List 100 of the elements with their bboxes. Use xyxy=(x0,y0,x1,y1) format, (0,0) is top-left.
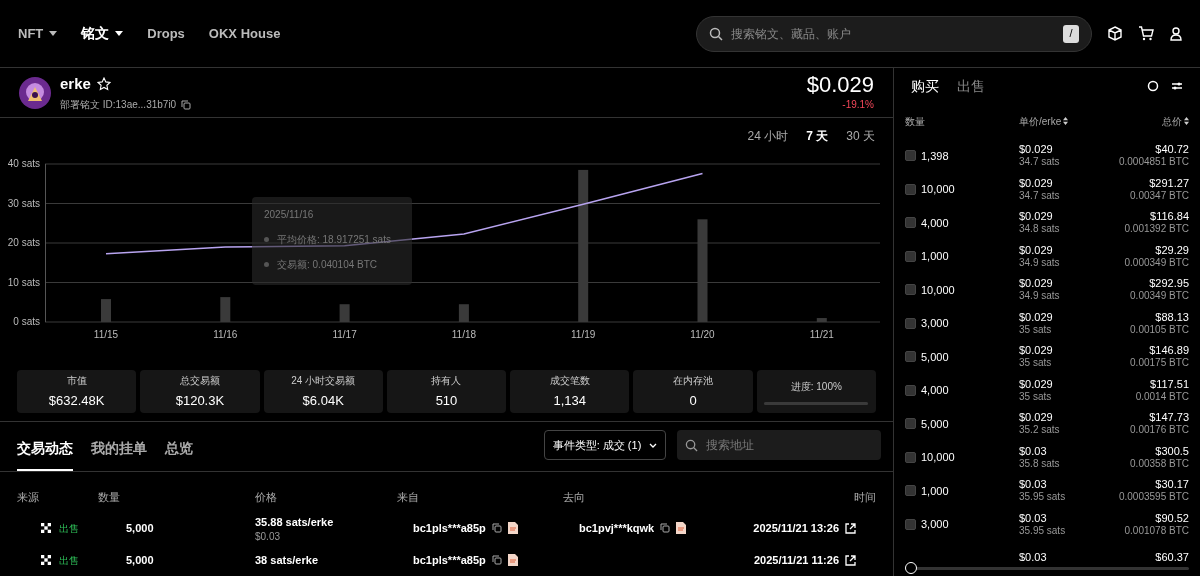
address-link[interactable]: bc1pvj***kqwk xyxy=(579,519,655,537)
checkbox[interactable] xyxy=(905,518,916,530)
sort-header[interactable]: 总价 xyxy=(1162,113,1189,129)
checkbox[interactable] xyxy=(905,217,916,229)
table-cell-text: 10,000 xyxy=(921,182,955,197)
copy-icon[interactable] xyxy=(491,523,502,533)
activity-tab[interactable]: 总览 xyxy=(165,438,193,471)
token-price: $0.029 xyxy=(806,73,874,97)
stat-label: 市值 xyxy=(66,373,87,388)
range-tab[interactable]: 7 天 xyxy=(806,127,829,145)
table-cell-text: 35.88 sats/erke xyxy=(255,515,335,531)
document-icon[interactable] xyxy=(507,522,518,534)
checkbox[interactable] xyxy=(905,351,916,363)
checkbox[interactable] xyxy=(905,317,916,329)
table-cell: 0.00175 BTC xyxy=(1130,357,1189,370)
axis-label: 10 sats xyxy=(7,276,40,288)
table-cell: 34.8 sats xyxy=(1019,223,1060,236)
table-cell-text: $0.029 xyxy=(1019,243,1054,257)
token-name: erke xyxy=(60,73,91,94)
copy-icon[interactable] xyxy=(660,523,671,533)
sort-icon xyxy=(1184,117,1189,125)
table-cell: 34.7 sats xyxy=(1019,189,1060,202)
external-link-icon[interactable] xyxy=(845,554,856,566)
checkbox[interactable] xyxy=(905,183,916,195)
address-search-bar[interactable]: 搜索地址 xyxy=(677,430,881,460)
axis-label: 20 sats xyxy=(7,237,40,248)
table-cell: 0.00349 BTC xyxy=(1130,290,1189,303)
table-cell-text: 3,000 xyxy=(921,316,949,331)
column-header: 来源 xyxy=(17,489,40,505)
table-cell: 35 sats xyxy=(1019,323,1053,336)
stat-label: 在内存池 xyxy=(673,373,714,388)
nav-link[interactable]: Drops xyxy=(147,23,185,44)
address-link[interactable]: bc1pls***a85p xyxy=(413,551,486,569)
checkbox[interactable] xyxy=(905,284,916,296)
checkbox[interactable] xyxy=(905,485,916,497)
checkbox[interactable] xyxy=(905,384,916,396)
table-cell-text: $0.03 xyxy=(1019,478,1048,492)
document-icon[interactable] xyxy=(676,522,687,534)
checkbox[interactable] xyxy=(905,150,916,162)
table-cell: $146.89 xyxy=(1149,344,1189,358)
shortcut-key: / xyxy=(1063,24,1079,43)
activity-tab[interactable]: 交易动态 xyxy=(17,438,73,471)
checkbox[interactable] xyxy=(905,250,916,262)
stat-label: 24 小时交易额 xyxy=(291,373,356,388)
table-cell: 35.8 sats xyxy=(1019,457,1060,470)
table-cell: $292.95 xyxy=(1149,277,1189,291)
document-icon[interactable] xyxy=(507,554,518,566)
external-link-icon[interactable] xyxy=(845,522,856,534)
stat-value: 510 xyxy=(435,391,458,410)
table-cell: 35 sats xyxy=(1019,390,1053,403)
nav-link[interactable]: 铭文 xyxy=(81,23,124,44)
table-cell: 0.0004851 BTC xyxy=(1118,156,1189,169)
table-cell: 35.2 sats xyxy=(1019,424,1060,437)
range-tab[interactable]: 24 小时 xyxy=(747,127,789,145)
nav-link[interactable]: NFT xyxy=(18,23,58,44)
address-search-field[interactable]: 搜索地址 xyxy=(706,432,873,458)
star-icon[interactable] xyxy=(96,77,111,91)
slider-handle[interactable] xyxy=(905,562,917,574)
table-cell: 0.001392 BTC xyxy=(1124,223,1189,236)
table-cell: 0.001078 BTC xyxy=(1124,524,1189,537)
table-cell-text: $0.029 xyxy=(1019,143,1054,157)
table-cell: 0.0003595 BTC xyxy=(1118,491,1189,504)
address-link[interactable]: bc1pls***a85p xyxy=(413,519,486,537)
exchange-icon xyxy=(41,523,51,533)
cart-icon[interactable] xyxy=(1138,26,1154,41)
table-cell-text: $0.029 xyxy=(1019,277,1054,291)
axis-label: 40 sats xyxy=(7,158,40,169)
cube-icon[interactable] xyxy=(1108,26,1122,41)
user-icon[interactable] xyxy=(1170,26,1182,41)
copy-icon[interactable] xyxy=(181,99,192,110)
checkbox[interactable] xyxy=(905,418,916,430)
search-field[interactable]: 搜索铭文、藏品、账户 xyxy=(731,18,1055,49)
range-tab[interactable]: 30 天 xyxy=(846,127,875,145)
stat-value: $120.3K xyxy=(175,391,225,410)
axis-label: 11/15 xyxy=(93,329,119,340)
filter-icon[interactable] xyxy=(1171,81,1183,91)
checkbox[interactable] xyxy=(905,451,916,463)
refresh-icon[interactable] xyxy=(1147,80,1159,92)
sort-header[interactable]: 单价/erke xyxy=(1019,113,1069,129)
nav-link[interactable]: OKX House xyxy=(208,23,281,44)
table-cell: 34.7 sats xyxy=(1019,156,1060,169)
search-icon xyxy=(685,438,698,452)
order-tab[interactable]: 出售 xyxy=(957,75,985,97)
event-filter[interactable]: 事件类型: 成交 (1) xyxy=(544,430,666,460)
table-cell: 0.00347 BTC xyxy=(1130,189,1189,202)
table-cell-text: $0.029 xyxy=(1019,176,1054,190)
table-cell-text: $0.03 xyxy=(255,530,282,542)
table-cell: $88.13 xyxy=(1155,310,1189,324)
table-cell: $300.5 xyxy=(1155,444,1189,458)
copy-icon[interactable] xyxy=(491,555,502,565)
column-header: 去向 xyxy=(563,489,586,505)
table-cell-text: 5,000 xyxy=(921,349,949,365)
chevron-down-icon xyxy=(649,442,658,448)
exchange-icon xyxy=(41,555,51,565)
search-icon xyxy=(709,26,723,41)
axis-label: 11/19 xyxy=(571,329,596,340)
order-tab[interactable]: 购买 xyxy=(911,75,939,97)
table-cell: $90.52 xyxy=(1155,511,1189,525)
search-bar[interactable]: 搜索铭文、藏品、账户 / xyxy=(696,15,1092,52)
activity-tab[interactable]: 我的挂单 xyxy=(91,438,147,471)
